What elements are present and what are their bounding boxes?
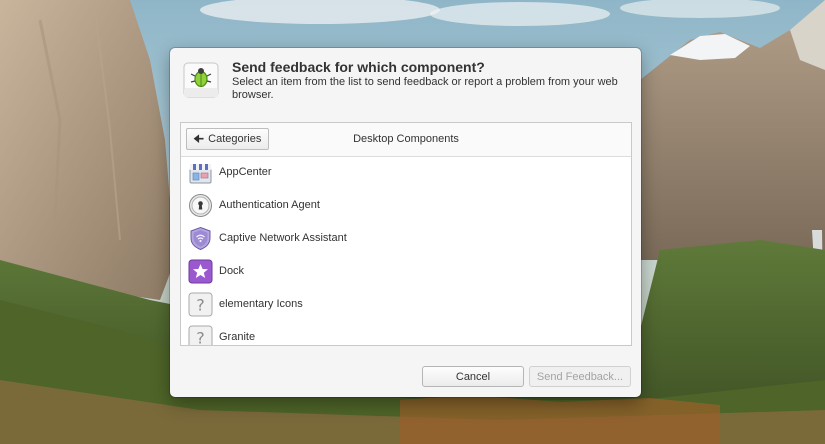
feedback-dialog: Send feedback for which component? Selec… [170, 48, 641, 397]
dialog-title: Send feedback for which component? [232, 59, 485, 75]
star-icon [188, 259, 213, 284]
question-icon: ? [188, 325, 213, 347]
categories-back-button[interactable]: 🠈 Categories [186, 128, 270, 150]
list-item[interactable]: Authentication Agent [181, 189, 631, 222]
list-item-label: Dock [219, 265, 245, 277]
list-item[interactable]: AppCenter [181, 156, 631, 189]
back-button-label: Categories [208, 133, 262, 145]
list-item[interactable]: Dock [181, 255, 631, 288]
list-rows: AppCenter Authentication Agent Captive N… [181, 156, 631, 347]
shield-icon [190, 226, 211, 251]
send-feedback-button[interactable]: Send Feedback... [529, 366, 631, 387]
list-item-label: Captive Network Assistant [219, 232, 347, 244]
appcenter-icon [189, 164, 212, 184]
arrow-left-icon: 🠈 [193, 132, 205, 146]
list-item[interactable]: ? elementary Icons [181, 288, 631, 321]
component-list: 🠈 Categories Desktop Components AppCente… [180, 122, 632, 346]
list-item-label: Granite [219, 331, 256, 343]
cancel-button[interactable]: Cancel [422, 366, 524, 387]
svg-text:?: ? [196, 296, 205, 315]
svg-text:?: ? [196, 329, 205, 347]
list-item[interactable]: Captive Network Assistant [181, 222, 631, 255]
list-item-label: elementary Icons [219, 298, 303, 310]
list-item-label: AppCenter [219, 166, 272, 178]
list-header: 🠈 Categories Desktop Components [181, 123, 631, 157]
feedback-bug-icon [183, 62, 219, 98]
dialog-subtitle: Select an item from the list to send fee… [232, 76, 618, 101]
list-item-label: Authentication Agent [219, 199, 320, 211]
keyhole-icon [189, 194, 212, 217]
list-item[interactable]: ? Granite [181, 321, 631, 347]
question-icon: ? [188, 292, 213, 317]
